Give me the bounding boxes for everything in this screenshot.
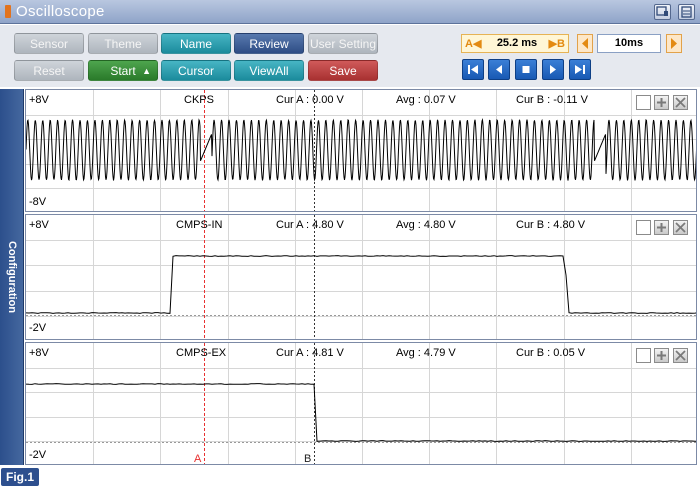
menu-window-icon[interactable] bbox=[678, 4, 695, 20]
channel-name: CMPS-IN bbox=[176, 219, 222, 231]
channel-checkbox[interactable] bbox=[636, 95, 651, 110]
app-icon bbox=[5, 5, 11, 18]
zoom-in-icon[interactable] bbox=[654, 95, 669, 110]
channel-panel-cmps-ex: +8V -2V CMPS-EX Cur A : 4.81 V Avg : 4.7… bbox=[25, 342, 697, 465]
vmin-label: -2V bbox=[29, 322, 46, 334]
cursor-b-value: Cur B : 4.80 V bbox=[516, 219, 585, 231]
cursor-a-marker: A◀ bbox=[465, 37, 481, 50]
theme-button[interactable]: Theme bbox=[88, 33, 158, 54]
sensor-button[interactable]: Sensor bbox=[14, 33, 84, 54]
vmax-label: +8V bbox=[29, 94, 49, 106]
vmax-label: +8V bbox=[29, 219, 49, 231]
ckps-trace bbox=[26, 120, 697, 181]
cursor-a-value: Cur A : 0.00 V bbox=[276, 94, 344, 106]
average-value: Avg : 4.79 V bbox=[396, 347, 456, 359]
start-button[interactable]: Start ▲ bbox=[88, 60, 158, 81]
cursor-b-value: Cur B : 0.05 V bbox=[516, 347, 585, 359]
time-div-decrease-icon[interactable] bbox=[577, 34, 593, 53]
go-last-icon[interactable] bbox=[569, 59, 591, 80]
cmps-ex-waveform bbox=[26, 343, 697, 465]
time-div-display: 10ms bbox=[597, 34, 661, 53]
zoom-in-icon[interactable] bbox=[654, 348, 669, 363]
cursor-a-value: Cur A : 4.81 V bbox=[276, 347, 344, 359]
channel-panel-ckps: +8V -8V CKPS Cur A : 0.00 V Avg : 0.07 V… bbox=[25, 89, 697, 212]
ckps-waveform bbox=[26, 90, 697, 212]
configuration-tab-label: Configuration bbox=[6, 241, 18, 313]
channel-panel-cmps-in: +8V -2V CMPS-IN Cur A : 4.80 V Avg : 4.8… bbox=[25, 214, 697, 340]
close-icon[interactable] bbox=[673, 220, 688, 235]
restore-window-icon[interactable] bbox=[654, 4, 671, 20]
cursor-delta-display: A◀ 25.2 ms ▶B bbox=[461, 34, 569, 53]
title-bar: Oscilloscope bbox=[0, 0, 700, 24]
time-div-increase-icon[interactable] bbox=[666, 34, 682, 53]
vmin-label: -8V bbox=[29, 196, 46, 208]
name-button[interactable]: Name bbox=[161, 33, 231, 54]
view-all-button[interactable]: ViewAll bbox=[234, 60, 304, 81]
step-forward-icon[interactable] bbox=[542, 59, 564, 80]
average-value: Avg : 4.80 V bbox=[396, 219, 456, 231]
save-button[interactable]: Save bbox=[308, 60, 378, 81]
channel-checkbox[interactable] bbox=[636, 220, 651, 235]
cursor-b-value: Cur B : -0.11 V bbox=[516, 94, 588, 106]
start-label: Start bbox=[110, 64, 135, 78]
close-icon[interactable] bbox=[673, 348, 688, 363]
updown-icon: ▲ bbox=[142, 61, 151, 82]
figure-label: Fig.1 bbox=[1, 468, 39, 486]
cursor-b-label: B bbox=[304, 453, 311, 465]
cmps-in-waveform bbox=[26, 215, 697, 340]
vmin-label: -2V bbox=[29, 449, 46, 461]
cmps-in-trace bbox=[26, 256, 697, 314]
reset-button[interactable]: Reset bbox=[14, 60, 84, 81]
zoom-in-icon[interactable] bbox=[654, 220, 669, 235]
close-icon[interactable] bbox=[673, 95, 688, 110]
cursor-button[interactable]: Cursor bbox=[161, 60, 231, 81]
window-title: Oscilloscope bbox=[16, 3, 105, 20]
cursor-b-marker: ▶B bbox=[549, 37, 565, 50]
configuration-tab[interactable]: Configuration bbox=[0, 89, 24, 465]
cursor-a-value: Cur A : 4.80 V bbox=[276, 219, 344, 231]
go-first-icon[interactable] bbox=[462, 59, 484, 80]
toolbar: Sensor Theme Name Review User Setting Re… bbox=[0, 25, 700, 87]
stop-icon[interactable] bbox=[515, 59, 537, 80]
vmax-label: +8V bbox=[29, 347, 49, 359]
step-back-icon[interactable] bbox=[488, 59, 510, 80]
channel-name: CMPS-EX bbox=[176, 347, 226, 359]
channel-name: CKPS bbox=[184, 94, 214, 106]
cursor-delta-value: 25.2 ms bbox=[492, 37, 542, 49]
average-value: Avg : 0.07 V bbox=[396, 94, 456, 106]
channel-checkbox[interactable] bbox=[636, 348, 651, 363]
user-setting-button[interactable]: User Setting bbox=[308, 33, 378, 54]
cursor-a-label: A bbox=[194, 453, 201, 465]
review-button[interactable]: Review bbox=[234, 33, 304, 54]
